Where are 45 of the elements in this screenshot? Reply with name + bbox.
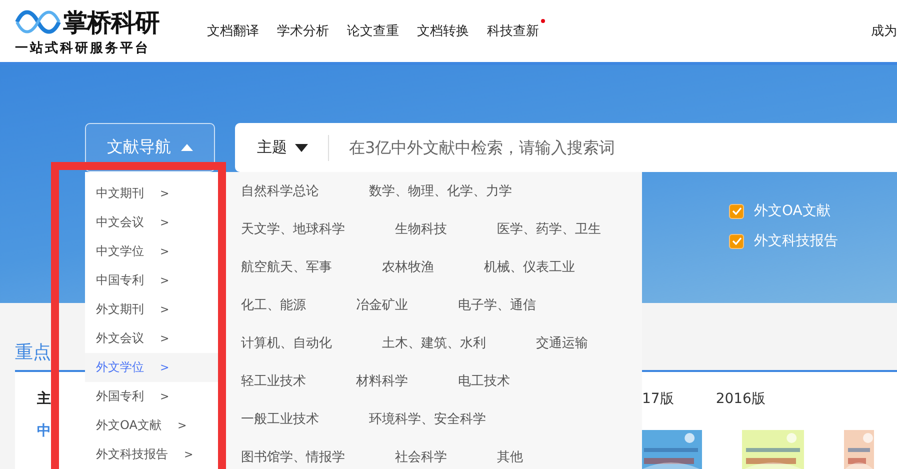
checkbox[interactable] — [729, 204, 744, 218]
category-link[interactable]: 轻工业技术 — [241, 372, 306, 410]
checkbox[interactable] — [729, 234, 744, 248]
category-link[interactable]: 计算机、自动化 — [241, 334, 332, 372]
check-icon — [732, 207, 742, 215]
caret-up-icon — [181, 144, 193, 151]
category-link[interactable]: 自然科学总论 — [241, 182, 319, 220]
nav-link[interactable]: 论文查重 — [347, 22, 399, 40]
category-link[interactable]: 生物科技 — [395, 220, 447, 258]
category-link[interactable]: 机械、仪表工业 — [484, 258, 575, 296]
category-link[interactable]: 中 — [37, 422, 51, 440]
category-link[interactable]: 土木、建筑、水利 — [382, 334, 486, 372]
category-link[interactable]: 医学、药学、卫生 — [497, 220, 601, 258]
logo-wave-icon — [15, 9, 61, 35]
menu-item[interactable]: 外文学位 > — [85, 353, 218, 382]
category-link[interactable]: 农林牧渔 — [382, 258, 434, 296]
category-link[interactable]: 社会科学 — [395, 448, 447, 469]
nav-link[interactable]: 科技查新 — [487, 22, 539, 40]
header-link[interactable]: 成为 — [871, 22, 897, 40]
search-field[interactable]: 主题 在3亿中外文献中检索，请输入搜索词 — [235, 123, 897, 172]
nav-link[interactable]: 文档翻译 — [207, 22, 259, 40]
caret-down-icon — [295, 144, 308, 152]
edition-tab[interactable]: 17版 — [642, 390, 674, 408]
edition-tab[interactable]: 2016版 — [716, 390, 766, 408]
checkbox-label: 外文科技报告 — [754, 232, 838, 250]
category-link[interactable]: 环境科学、安全科学 — [369, 410, 486, 448]
category-link[interactable]: 交通运输 — [536, 334, 588, 372]
card-label: 主 — [37, 390, 51, 408]
category-link[interactable]: 电子学、通信 — [458, 296, 536, 334]
category-link[interactable]: 冶金矿业 — [356, 296, 408, 334]
category-link[interactable]: 航空航天、军事 — [241, 258, 332, 296]
checkbox-label: 外文OA文献 — [754, 202, 830, 220]
check-icon — [732, 237, 742, 245]
category-link[interactable]: 一般工业技术 — [241, 410, 319, 448]
category-link[interactable]: 图书馆学、情报学 — [241, 448, 345, 469]
category-link[interactable]: 材料科学 — [356, 372, 408, 410]
category-link[interactable]: 天文学、地球科学 — [241, 220, 345, 258]
category-link[interactable]: 数学、物理、化学、力学 — [369, 182, 512, 220]
nav-link[interactable]: 学术分析 — [277, 22, 329, 40]
nav-link[interactable]: 文档转换 — [417, 22, 469, 40]
slogan: 一站式科研服务平台 — [15, 40, 151, 56]
category-link[interactable]: 化工、能源 — [241, 296, 306, 334]
category-link[interactable]: 其他 — [497, 448, 523, 469]
category-link[interactable]: 电工技术 — [458, 372, 510, 410]
logo-text[interactable]: 掌桥科研 — [63, 6, 159, 38]
